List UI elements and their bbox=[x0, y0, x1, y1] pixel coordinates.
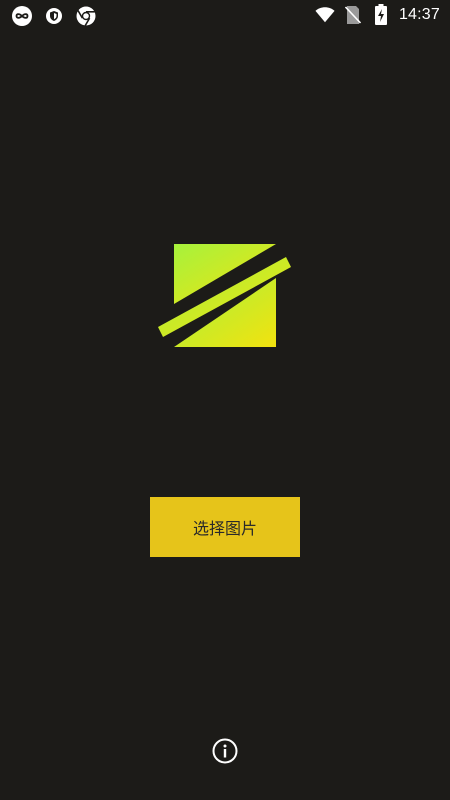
status-bar: 14:37 bbox=[0, 0, 450, 32]
infinity-icon bbox=[12, 6, 32, 26]
no-sim-icon bbox=[343, 5, 363, 25]
wifi-icon bbox=[315, 5, 335, 25]
battery-charging-icon bbox=[371, 4, 391, 25]
select-image-button[interactable]: 选择图片 bbox=[150, 497, 300, 557]
app-logo-icon bbox=[156, 240, 292, 352]
chrome-icon bbox=[76, 6, 96, 26]
clock-time: 14:37 bbox=[398, 6, 440, 23]
shield-icon bbox=[44, 6, 64, 26]
notification-icons bbox=[12, 6, 96, 26]
system-icons: 14:37 bbox=[315, 4, 440, 25]
info-icon[interactable] bbox=[212, 738, 238, 764]
